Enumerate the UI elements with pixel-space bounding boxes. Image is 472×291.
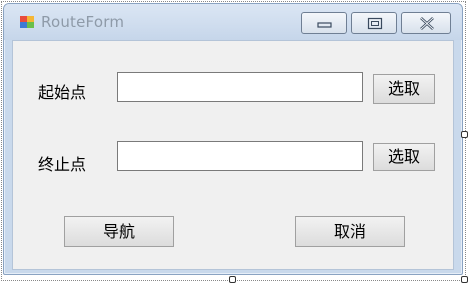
route-form-window: RouteForm 起始点 选取 终止点 选取 导航 取消 xyxy=(3,3,463,275)
form-designer-surface: RouteForm 起始点 选取 终止点 选取 导航 取消 xyxy=(0,0,472,291)
cancel-button[interactable]: 取消 xyxy=(295,216,405,247)
app-icon xyxy=(20,16,34,28)
form-client-area: 起始点 选取 终止点 选取 导航 取消 xyxy=(12,40,454,270)
resize-handle-bottom[interactable] xyxy=(229,276,236,283)
pick-start-button[interactable]: 选取 xyxy=(373,74,435,104)
maximize-icon xyxy=(367,17,383,30)
maximize-button[interactable] xyxy=(351,12,397,34)
start-point-label: 起始点 xyxy=(38,83,87,102)
title-bar[interactable]: RouteForm xyxy=(4,4,462,40)
minimize-button[interactable] xyxy=(301,12,347,34)
end-point-input[interactable] xyxy=(117,141,363,171)
window-title: RouteForm xyxy=(41,13,125,31)
resize-handle-corner[interactable] xyxy=(461,276,468,283)
navigate-button[interactable]: 导航 xyxy=(64,216,174,247)
close-button[interactable] xyxy=(401,12,451,34)
pick-end-button[interactable]: 选取 xyxy=(373,143,435,171)
end-point-label: 终止点 xyxy=(38,155,87,174)
close-icon xyxy=(420,17,434,30)
resize-handle-right[interactable] xyxy=(461,131,468,138)
start-point-input[interactable] xyxy=(117,72,363,102)
minimize-icon xyxy=(317,22,332,28)
